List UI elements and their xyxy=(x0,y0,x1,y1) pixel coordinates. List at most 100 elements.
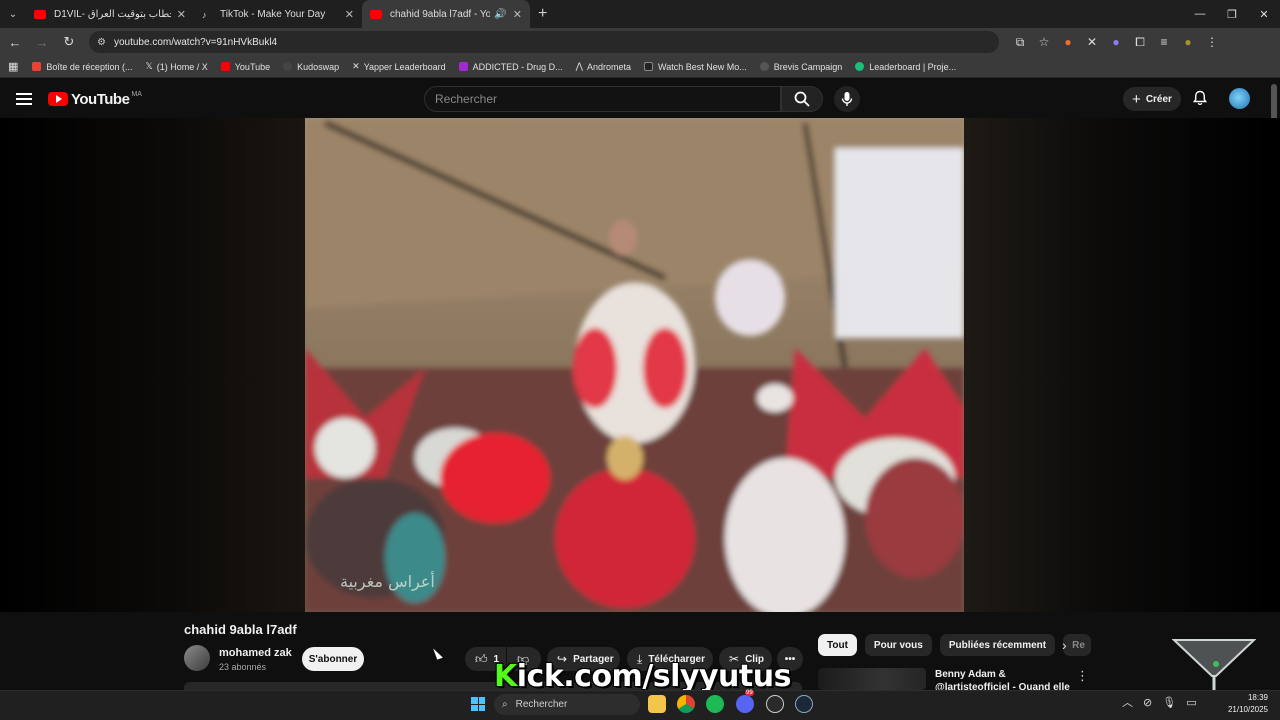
create-label: Créer xyxy=(1145,93,1172,105)
chip-recent[interactable]: Publiées récemment xyxy=(939,634,1056,656)
create-button[interactable]: + Créer xyxy=(1123,87,1181,111)
kick-url-overlay: Kick.com/slyyutus xyxy=(494,659,791,694)
bookmark-andrometa[interactable]: ⋀ Andrometa xyxy=(576,61,631,72)
subscriber-count: 23 abonnés xyxy=(219,662,267,672)
bookmark-kudoswap[interactable]: Kudoswap xyxy=(283,62,339,72)
site-settings-icon[interactable]: ⚙ xyxy=(97,37,106,48)
bookmark-youtube[interactable]: YouTube xyxy=(220,62,270,72)
extension-x-icon[interactable]: ✕ xyxy=(1085,35,1099,49)
clock-date: 21/10/2025 xyxy=(1227,705,1268,714)
bookmark-watch[interactable]: Watch Best New Mo... xyxy=(644,62,747,72)
close-window-icon[interactable]: ✕ xyxy=(1248,0,1280,28)
bookmark-leaderboard[interactable]: Leaderboard | Proje... xyxy=(855,62,956,72)
minimize-icon[interactable]: — xyxy=(1184,0,1216,28)
video-caption-overlay: أعراس مغربية xyxy=(340,572,435,591)
hamburger-menu-icon[interactable] xyxy=(16,93,32,105)
app-icon[interactable] xyxy=(766,695,784,713)
guest-right xyxy=(865,458,964,578)
extension-cloud-icon[interactable]: ● xyxy=(1109,35,1123,49)
account-avatar[interactable] xyxy=(1229,88,1250,109)
notifications-bell-icon[interactable] xyxy=(1192,90,1208,106)
steam-icon[interactable] xyxy=(795,695,813,713)
speaker-icon[interactable]: 🔊 xyxy=(494,9,506,20)
region-code: MA xyxy=(131,90,142,98)
browser-tab-2[interactable]: ♪ TikTok - Make Your Day ✕ xyxy=(194,0,362,28)
windows-taskbar xyxy=(0,690,1280,720)
back-arrow-icon[interactable]: ← xyxy=(3,35,27,50)
recommendation-thumbnail[interactable] xyxy=(818,668,926,690)
close-tab-icon[interactable]: ✕ xyxy=(345,8,354,21)
cast-icon[interactable]: ⧉ xyxy=(1013,35,1027,50)
video-frame xyxy=(305,118,964,612)
bookmark-star-icon[interactable]: ☆ xyxy=(1037,35,1051,49)
close-tab-icon[interactable]: ✕ xyxy=(177,8,186,21)
chip-truncated[interactable]: Re xyxy=(1063,634,1092,656)
subscribe-button[interactable]: S'abonner xyxy=(302,647,364,671)
watch-site-icon xyxy=(644,62,654,71)
search-input[interactable]: Rechercher xyxy=(424,86,781,112)
chrome-icon[interactable] xyxy=(677,695,695,713)
network-off-icon[interactable]: ⊘ xyxy=(1143,696,1152,709)
tab-title: TikTok - Make Your Day xyxy=(220,8,326,20)
extensions-puzzle-icon[interactable]: ⧠ xyxy=(1133,35,1147,50)
extension-fox-icon[interactable]: ● xyxy=(1061,35,1075,49)
youtube-wordmark: YouTube xyxy=(71,90,130,108)
close-tab-icon[interactable]: ✕ xyxy=(513,8,522,21)
bookmark-gmail[interactable]: Boîte de réception (... xyxy=(32,62,132,72)
youtube-play-logo-icon xyxy=(48,92,68,106)
red-feathers xyxy=(440,433,550,523)
bookmark-addicted[interactable]: ADDICTED - Drug D... xyxy=(458,62,563,72)
browser-tab-3-active[interactable]: chahid 9abla l7adf - YouTube 🔊 ✕ xyxy=(362,0,530,28)
bookmark-brevis[interactable]: Brevis Campaign xyxy=(759,61,843,72)
spotify-icon[interactable] xyxy=(706,695,724,713)
recommendation-more-icon[interactable]: ⋮ xyxy=(1076,668,1089,684)
bookmark-label: Brevis Campaign xyxy=(773,61,843,72)
chip-for-you[interactable]: Pour vous xyxy=(864,634,932,656)
address-bar[interactable]: ⚙ youtube.com/watch?v=91nHVkBukl4 xyxy=(89,31,999,53)
channel-name[interactable]: mohamed zak xyxy=(219,647,292,659)
mic-tray-icon[interactable]: 🎙︎ xyxy=(1162,696,1176,709)
tab-search-chevron-icon[interactable]: ⌄ xyxy=(0,0,26,28)
windows-start-icon[interactable] xyxy=(471,697,485,711)
system-tray: ︿ ⊘ 🎙︎ ▭ xyxy=(1122,694,1197,710)
channel-avatar[interactable] xyxy=(184,645,210,671)
monitor-tray-icon[interactable]: ▭ xyxy=(1186,696,1196,709)
apps-grid-icon[interactable]: ▦ xyxy=(8,60,18,73)
video-title: chahid 9abla l7adf xyxy=(184,622,297,637)
tiktok-favicon-icon: ♪ xyxy=(202,9,207,20)
chips-next-chevron-icon[interactable]: › xyxy=(1062,637,1067,653)
bookmark-x[interactable]: 𝕏 (1) Home / X xyxy=(145,61,207,72)
chip-all[interactable]: Tout xyxy=(818,634,857,656)
recommendation-title[interactable]: Benny Adam & @lartisteofficiel - Quand e… xyxy=(935,668,1070,690)
taskbar-clock[interactable]: 18:39 21/10/2025 xyxy=(1220,692,1268,716)
bookmark-label: Andrometa xyxy=(587,61,632,72)
browser-menu-icon[interactable]: ⋮ xyxy=(1205,35,1219,49)
reload-icon[interactable]: ↻ xyxy=(57,34,81,50)
leaderboard-icon xyxy=(855,62,865,71)
window-controls: — ❐ ✕ xyxy=(1184,0,1280,28)
file-explorer-icon[interactable] xyxy=(648,695,666,713)
media-controls-icon[interactable]: ≡ xyxy=(1157,35,1171,49)
browser-tab-1[interactable]: D1VIL- خطاب بتوقيت العراق - (El ✕ xyxy=(26,0,194,28)
tray-chevron-icon[interactable]: ︿ xyxy=(1122,694,1133,710)
discord-icon[interactable]: 99 xyxy=(736,690,754,713)
bookmark-label: (1) Home / X xyxy=(156,61,208,72)
forward-arrow-icon[interactable]: → xyxy=(30,35,54,50)
taskbar-search-icon: ⌕ xyxy=(502,699,508,710)
bookmark-label: Boîte de réception (... xyxy=(46,61,133,72)
discord-badge: 99 xyxy=(745,690,754,696)
new-tab-plus-icon[interactable]: + xyxy=(538,5,547,23)
voice-search-button[interactable] xyxy=(834,86,860,112)
search-button[interactable] xyxy=(781,86,823,112)
taskbar-search-input[interactable]: ⌕ Rechercher xyxy=(494,694,640,715)
bookmark-yapper[interactable]: ✕ Yapper Leaderboard xyxy=(352,61,445,72)
kudoswap-icon xyxy=(283,62,293,71)
video-player[interactable] xyxy=(305,118,964,612)
yapper-icon: ✕ xyxy=(352,61,360,71)
restore-icon[interactable]: ❐ xyxy=(1216,0,1248,28)
bookmark-label: Kudoswap xyxy=(297,61,340,72)
profile-avatar-icon[interactable]: ● xyxy=(1181,35,1195,49)
youtube-logo[interactable]: YouTube MA xyxy=(48,91,142,108)
kick-url-rest: ick.com/slyyutus xyxy=(516,659,792,694)
tab-title: chahid 9abla l7adf - YouTube xyxy=(390,8,491,20)
